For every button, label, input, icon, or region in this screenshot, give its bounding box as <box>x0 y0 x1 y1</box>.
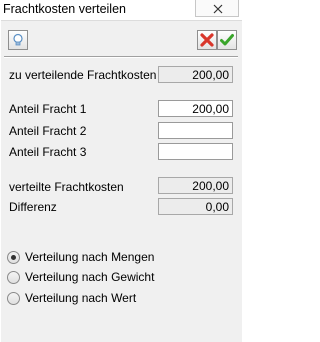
radio-label: Verteilung nach Gewicht <box>25 270 155 284</box>
title-bar: Frachtkosten verteilen <box>0 0 243 20</box>
red-x-icon <box>200 33 214 47</box>
difference-label: Differenz <box>9 200 57 214</box>
radio-label: Verteilung nach Wert <box>25 291 137 305</box>
help-button[interactable] <box>8 30 28 50</box>
toolbar-separator <box>4 56 238 58</box>
share3-label: Anteil Fracht 3 <box>9 145 87 159</box>
dialog-panel: zu verteilende Frachtkosten Anteil Frach… <box>1 20 242 342</box>
green-check-icon <box>220 34 234 46</box>
distributed-freight-label: verteilte Frachtkosten <box>9 180 124 194</box>
share1-label: Anteil Fracht 1 <box>9 102 87 116</box>
share2-field[interactable] <box>158 122 233 139</box>
radio-button[interactable] <box>7 270 20 284</box>
cancel-button[interactable] <box>197 30 217 50</box>
lightbulb-icon <box>13 33 23 46</box>
ok-button[interactable] <box>217 30 237 50</box>
distributed-freight-field <box>158 177 233 194</box>
radio-button[interactable] <box>7 291 20 305</box>
radio-by-quantity[interactable]: Verteilung nach Mengen <box>7 249 154 265</box>
share3-field[interactable] <box>158 143 233 160</box>
close-icon <box>213 4 223 14</box>
radio-by-weight[interactable]: Verteilung nach Gewicht <box>7 269 154 285</box>
share1-field[interactable] <box>158 100 233 117</box>
radio-button[interactable] <box>7 250 20 264</box>
total-freight-field <box>158 66 233 83</box>
toolbar <box>1 21 242 58</box>
window-title: Frachtkosten verteilen <box>3 2 126 16</box>
share2-label: Anteil Fracht 2 <box>9 124 87 138</box>
difference-field <box>158 198 233 215</box>
radio-by-value[interactable]: Verteilung nach Wert <box>7 290 136 306</box>
radio-label: Verteilung nach Mengen <box>25 250 155 264</box>
close-button[interactable] <box>195 0 239 17</box>
total-freight-label: zu verteilende Frachtkosten <box>9 68 157 82</box>
